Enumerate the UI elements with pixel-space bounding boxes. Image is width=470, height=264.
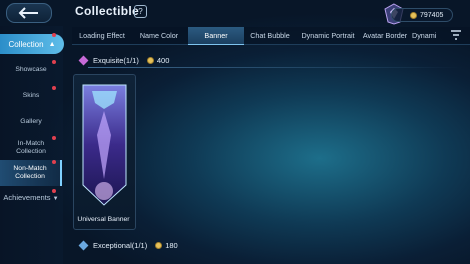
sidebar-item-label: Skins <box>22 92 40 99</box>
diamond-icon <box>78 240 89 251</box>
sidebar-item-in-match-collection[interactable]: In-Match Collection <box>0 140 62 156</box>
chevron-up-icon: ▲ <box>48 40 56 48</box>
coin-icon <box>410 11 417 19</box>
notification-dot <box>52 33 56 37</box>
sidebar-item-label: In-Match Collection <box>16 140 46 155</box>
banner-card-label: Universal Banner <box>77 216 130 223</box>
sidebar-achievements[interactable]: Achievements ▼ <box>0 194 62 203</box>
currency-value: 797405 <box>420 11 444 19</box>
section-points: 400 <box>156 56 170 65</box>
notification-dot <box>52 136 56 140</box>
tab-bar: Loading Effect Name Color Banner Chat Bu… <box>72 27 470 45</box>
tab-label: Dynami <box>412 31 437 40</box>
tab-banner[interactable]: Banner <box>188 27 244 45</box>
tab-label: Name Color <box>139 31 179 40</box>
section-label: Exquisite(1/1) <box>93 56 139 65</box>
tab-dynamic-more[interactable]: Dynami <box>412 27 444 44</box>
sidebar-item-label: Showcase <box>15 66 47 73</box>
tab-dynamic-portrait[interactable]: Dynamic Portrait <box>298 27 358 44</box>
section-label: Exceptional(1/1) <box>93 241 148 250</box>
sidebar-item-label: Gallery <box>20 118 42 125</box>
tab-label: Dynamic Portrait <box>301 31 355 40</box>
currency-display: 797405 <box>391 8 453 22</box>
notification-dot <box>52 86 56 90</box>
coin-icon <box>155 242 163 249</box>
banner-card[interactable] <box>73 74 136 230</box>
sidebar-item-gallery[interactable]: Gallery <box>0 118 62 126</box>
back-button[interactable] <box>6 3 52 23</box>
banner-artwork <box>82 84 127 206</box>
diamond-icon <box>78 55 89 66</box>
sidebar-achievements-label: Achievements <box>3 193 51 202</box>
notification-dot <box>52 160 56 164</box>
chevron-down-icon: ▼ <box>52 196 59 202</box>
tab-label: Loading Effect <box>79 31 125 40</box>
tab-name-color[interactable]: Name Color <box>132 27 186 44</box>
tab-chat-bubble[interactable]: Chat Bubble <box>244 27 296 44</box>
sidebar-collection[interactable]: Collection ▲ <box>0 34 64 54</box>
tab-label: Avatar Border <box>362 31 408 40</box>
coin-icon <box>146 57 154 64</box>
tab-label: Chat Bubble <box>250 31 290 40</box>
section-points: 180 <box>165 241 178 250</box>
section-header-exceptional: Exceptional(1/1) 180 <box>78 240 178 251</box>
tab-label: Banner <box>204 31 228 40</box>
sidebar-item-label: Non-Match Collection <box>13 165 47 180</box>
tab-loading-effect[interactable]: Loading Effect <box>72 27 132 44</box>
page-title: Collectible <box>75 4 139 18</box>
sidebar-collection-label: Collection <box>8 39 44 49</box>
notification-dot <box>52 60 56 64</box>
sidebar-item-showcase[interactable]: Showcase <box>0 66 62 74</box>
section-header-exquisite: Exquisite(1/1) 400 <box>78 55 170 66</box>
back-arrow-icon <box>18 7 38 19</box>
divider <box>88 67 463 68</box>
sidebar-item-skins[interactable]: Skins <box>0 92 62 100</box>
help-icon[interactable]: ? <box>134 5 147 18</box>
filter-icon[interactable] <box>450 29 462 41</box>
notification-dot <box>52 189 56 193</box>
tab-avatar-border[interactable]: Avatar Border <box>360 27 410 44</box>
